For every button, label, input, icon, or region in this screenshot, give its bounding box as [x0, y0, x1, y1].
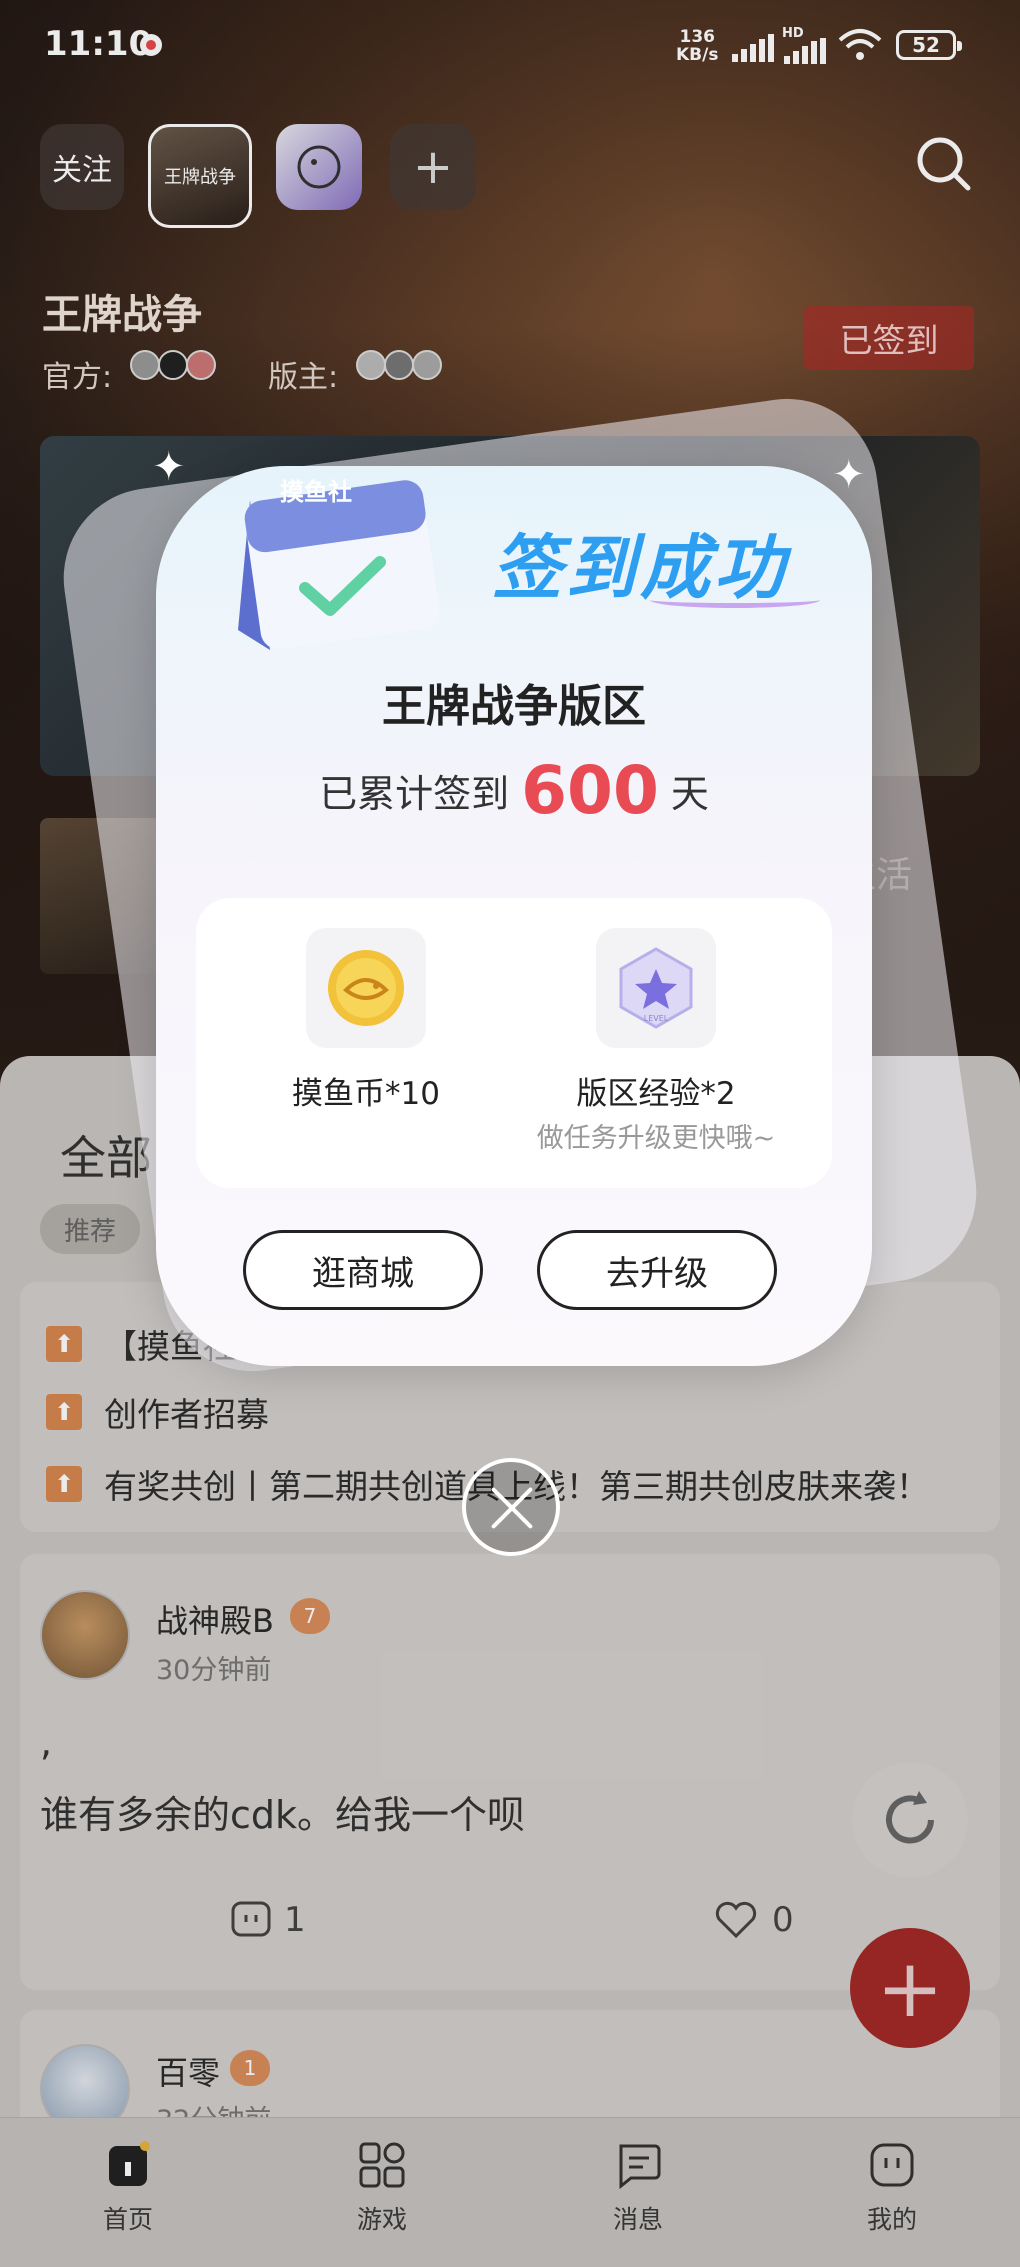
days-suffix: 天	[670, 772, 709, 816]
reward-coin-label: 摸鱼币*10	[292, 1076, 440, 1112]
fish-coin-icon	[328, 950, 404, 1026]
days-count: 600	[521, 752, 659, 829]
days-prefix: 已累计签到	[319, 772, 510, 816]
close-button[interactable]	[462, 1458, 560, 1556]
shop-button[interactable]: 逛商城	[243, 1230, 483, 1310]
sparkle-icon: ✦	[832, 452, 866, 498]
reward-exp-label: 版区经验*2	[576, 1076, 736, 1112]
section-name: 王牌战争版区	[382, 681, 646, 732]
level-star-icon: LEVEL	[619, 947, 693, 1029]
brand-label: 摸鱼社	[280, 478, 352, 506]
checkin-days: 已累计签到 600 天	[156, 752, 872, 829]
reward-exp-hint: 做任务升级更快哦~	[536, 1123, 776, 1154]
upgrade-button[interactable]: 去升级	[537, 1230, 777, 1310]
title-underline	[650, 592, 820, 608]
level-badge-text: LEVEL	[644, 1014, 669, 1023]
fish-coin-icon	[306, 928, 426, 1048]
sparkle-icon: ✦	[152, 444, 186, 490]
level-star-icon: LEVEL	[596, 928, 716, 1048]
